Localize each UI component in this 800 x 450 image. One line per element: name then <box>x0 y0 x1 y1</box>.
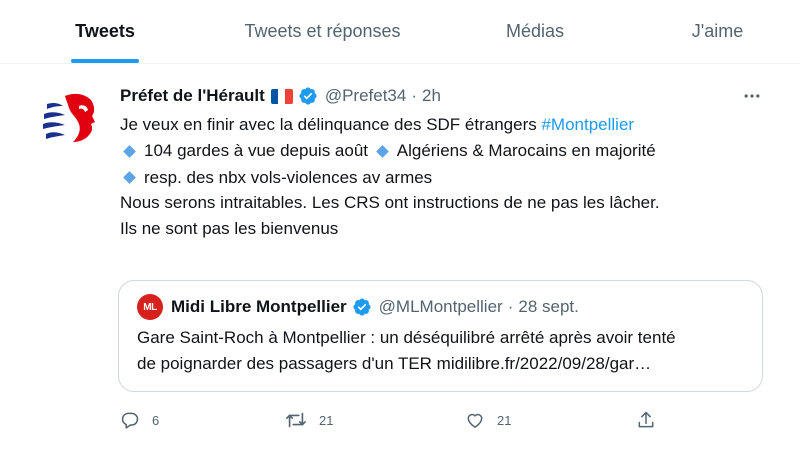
tab-likes-label: J'aime <box>691 21 744 41</box>
quoted-line-2: de poignarder des passagers d'un TER mid… <box>137 353 652 373</box>
share-button[interactable] <box>636 404 656 436</box>
bullet-item: Algériens & Marocains en majorité <box>373 138 656 164</box>
tab-tweets-label: Tweets <box>75 21 135 41</box>
reply-button[interactable]: 6 <box>120 404 159 436</box>
like-icon <box>467 413 483 428</box>
more-options-button[interactable] <box>734 84 770 108</box>
reply-count: 6 <box>152 412 160 428</box>
french-flag-icon <box>270 88 293 104</box>
share-icon <box>638 411 654 428</box>
like-count: 21 <box>497 412 512 428</box>
quoted-author-name: Midi Libre Montpellier <box>171 297 347 316</box>
diamond-icon <box>375 144 389 158</box>
quoted-tweet[interactable]: ML Midi Libre Montpellier @MLMontpellier… <box>118 280 763 392</box>
more-icon <box>744 94 760 98</box>
bullet-text: resp. des nbx vols-violences av armes <box>144 167 433 187</box>
bullet-item: resp. des nbx vols-violences av armes <box>120 165 432 191</box>
bullet-text: 104 gardes à vue depuis août <box>144 141 369 161</box>
tab-tweets[interactable]: Tweets <box>0 0 210 63</box>
tweet-text: Je veux en finir avec la délinquance des… <box>120 112 770 241</box>
quoted-line-1: Gare Saint-Roch à Montpellier : un déséq… <box>137 328 676 347</box>
quoted-header-separator: · <box>507 297 514 316</box>
reply-icon <box>121 412 139 429</box>
tweet-time[interactable]: 2h <box>422 86 441 106</box>
quoted-tweet-date: 28 sept. <box>518 297 579 316</box>
verified-badge-icon <box>298 86 318 106</box>
like-button[interactable]: 21 <box>465 404 511 436</box>
tweet-line-6: Ils ne sont pas les bienvenus <box>120 218 339 238</box>
tab-media[interactable]: Médias <box>435 0 635 63</box>
tweet-header: Préfet de l'Hérault @Prefet34 · 2h <box>120 84 441 108</box>
profile-tabs: Tweets Tweets et réponses Médias J'aime <box>0 0 800 64</box>
quoted-tweet-text: Gare Saint-Roch à Montpellier : un déséq… <box>137 325 747 376</box>
tweet-line: Je veux en finir avec la délinquance des… <box>120 112 770 138</box>
quoted-author-handle: @MLMontpellier <box>378 297 503 316</box>
retweet-count: 21 <box>319 412 334 428</box>
tweet-line-1: Je veux en finir avec la délinquance des… <box>120 115 542 134</box>
tab-media-label: Médias <box>505 21 565 41</box>
header-separator: · <box>411 86 418 105</box>
author-avatar[interactable] <box>35 82 105 152</box>
bullet-text: Algériens & Marocains en majorité <box>396 141 656 161</box>
quoted-tweet-header: ML Midi Libre Montpellier @MLMontpellier… <box>137 294 579 320</box>
tab-likes[interactable]: J'aime <box>635 0 800 63</box>
hashtag-link[interactable]: #Montpellier <box>541 115 634 134</box>
tweet-line-5: Nous serons intraitables. Les CRS ont in… <box>120 193 660 212</box>
midi-libre-avatar: ML <box>137 294 163 320</box>
diamond-icon <box>123 170 136 184</box>
tab-tweets-and-replies[interactable]: Tweets et réponses <box>210 0 435 63</box>
tab-tweets-and-replies-label: Tweets et réponses <box>244 21 401 41</box>
retweet-button[interactable]: 21 <box>285 404 333 436</box>
author-handle[interactable]: @Prefet34 <box>325 86 407 106</box>
verified-badge-icon <box>352 297 372 317</box>
retweet-icon <box>286 412 306 428</box>
prefecture-logo-icon <box>35 82 105 152</box>
bullet-item: 104 gardes à vue depuis août <box>120 138 368 164</box>
author-name[interactable]: Préfet de l'Hérault <box>120 86 265 106</box>
diamond-icon <box>123 144 136 158</box>
tweet-actions: 6 21 21 <box>120 404 660 436</box>
